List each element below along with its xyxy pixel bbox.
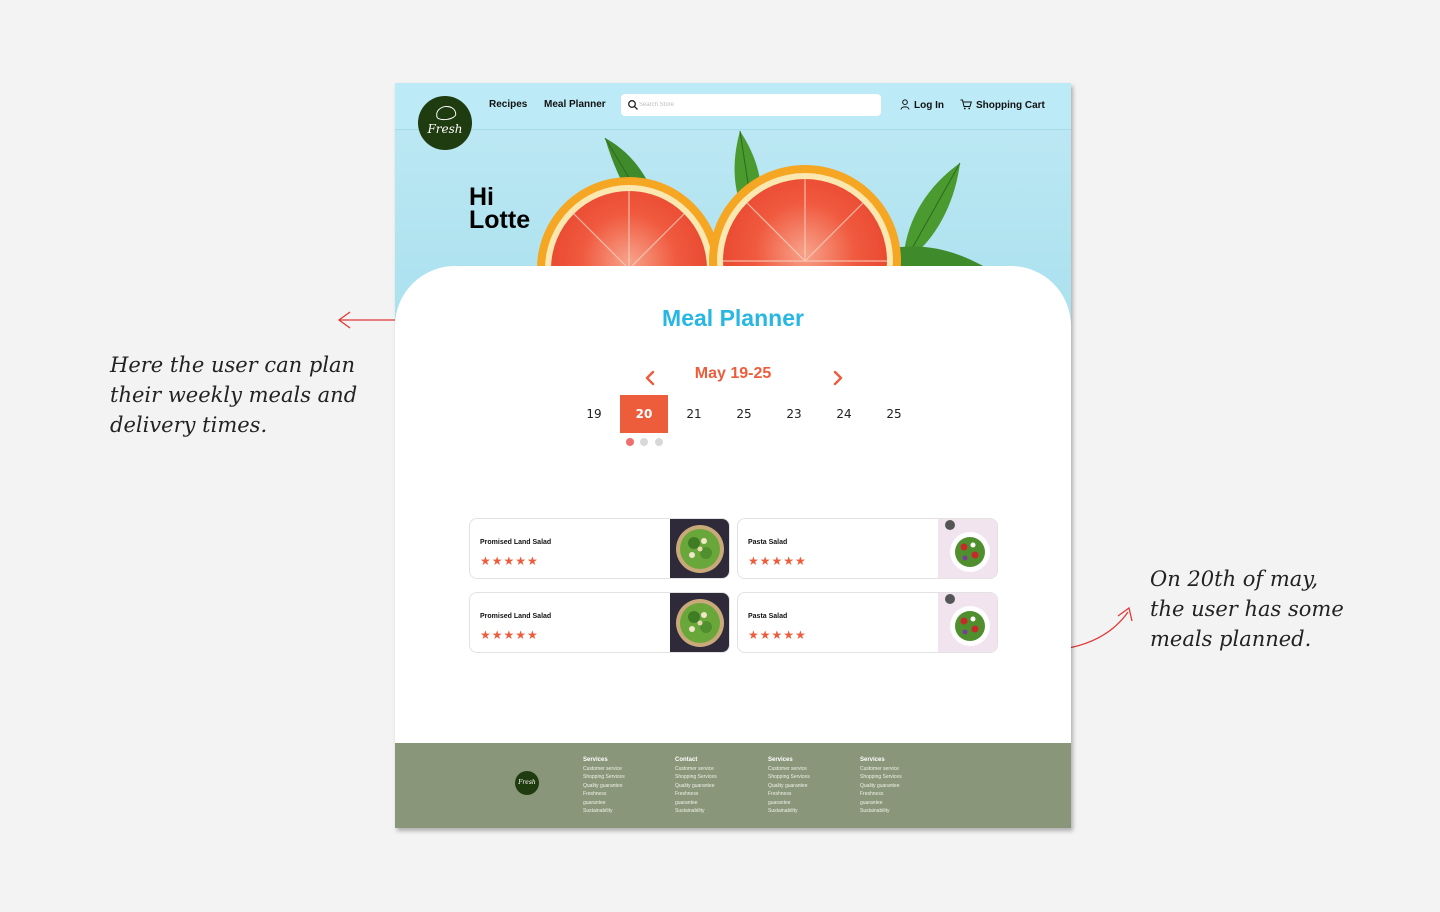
content-panel bbox=[395, 266, 1071, 746]
meal-planner-title: Meal Planner bbox=[662, 305, 804, 331]
next-week-chevron-icon[interactable] bbox=[831, 369, 845, 387]
salad-plate-image bbox=[938, 593, 997, 652]
footer-link[interactable]: Quality guarantee bbox=[583, 782, 663, 790]
search-input[interactable] bbox=[639, 98, 869, 112]
footer-link[interactable]: Quality guarantee bbox=[675, 782, 755, 790]
footer-column: Services Customer service Shopping Servi… bbox=[768, 756, 848, 815]
footer-link[interactable]: guarantee bbox=[675, 799, 755, 807]
footer-column-title: Contact bbox=[675, 757, 698, 763]
rating-stars: ★★★★★ bbox=[480, 554, 539, 568]
footer-link[interactable]: Freshness bbox=[768, 790, 848, 798]
footer: Fresh Services Customer service Shopping… bbox=[395, 743, 1071, 828]
footer-column: Services Customer service Shopping Servi… bbox=[583, 756, 663, 815]
footer-link[interactable]: Sustainability bbox=[675, 807, 755, 815]
footer-link[interactable]: Shopping Services bbox=[583, 773, 663, 781]
app-frame: Recipes Meal Planner Log In Shopping Car… bbox=[395, 83, 1071, 828]
footer-link[interactable]: Freshness bbox=[583, 790, 663, 798]
left-annotation: Here the user can plan their weekly meal… bbox=[110, 350, 357, 440]
left-annotation-line: Here the user can plan bbox=[110, 353, 356, 377]
search-bar bbox=[621, 94, 881, 116]
footer-column: Services Customer service Shopping Servi… bbox=[860, 756, 940, 815]
day-21[interactable]: 21 bbox=[670, 395, 718, 433]
nav-recipes-link[interactable]: Recipes bbox=[489, 99, 527, 110]
shopping-cart-button[interactable]: Shopping Cart bbox=[960, 99, 1045, 111]
login-label: Log In bbox=[914, 100, 944, 111]
right-annotation-line: On 20th of may, bbox=[1150, 567, 1319, 591]
footer-link[interactable]: Sustainability bbox=[583, 807, 663, 815]
footer-link[interactable]: Shopping Services bbox=[860, 773, 940, 781]
meal-card[interactable]: Promised Land Salad ★★★★★ bbox=[469, 592, 730, 653]
meal-card[interactable]: Pasta Salad ★★★★★ bbox=[737, 518, 998, 579]
right-annotation-line: the user has some bbox=[1150, 597, 1344, 621]
right-annotation-line: meals planned. bbox=[1150, 627, 1312, 651]
pager-dot[interactable] bbox=[626, 438, 634, 446]
leaf-icon bbox=[435, 104, 457, 122]
footer-link[interactable]: Quality guarantee bbox=[860, 782, 940, 790]
meal-card[interactable]: Pasta Salad ★★★★★ bbox=[737, 592, 998, 653]
footer-link[interactable]: guarantee bbox=[768, 799, 848, 807]
day-25[interactable]: 25 bbox=[870, 395, 918, 433]
footer-column-title: Services bbox=[860, 757, 885, 763]
footer-column-title: Services bbox=[583, 757, 608, 763]
footer-column: Contact Customer service Shopping Servic… bbox=[675, 756, 755, 815]
salad-bowl-image bbox=[670, 519, 729, 578]
top-navbar: Recipes Meal Planner Log In Shopping Car… bbox=[395, 83, 1071, 130]
footer-link[interactable]: Shopping Services bbox=[675, 773, 755, 781]
day-23[interactable]: 23 bbox=[770, 395, 818, 433]
footer-link[interactable]: Customer service bbox=[860, 765, 940, 773]
salad-bowl-image bbox=[670, 593, 729, 652]
nav-meal-planner-link[interactable]: Meal Planner bbox=[544, 99, 606, 110]
user-icon bbox=[900, 99, 910, 110]
cart-icon bbox=[960, 99, 972, 110]
rating-stars: ★★★★★ bbox=[480, 628, 539, 642]
day-19[interactable]: 19 bbox=[570, 395, 618, 433]
rating-stars: ★★★★★ bbox=[748, 628, 807, 642]
greeting: Hi Lotte bbox=[469, 185, 531, 234]
footer-link[interactable]: Customer service bbox=[675, 765, 755, 773]
meal-name: Pasta Salad bbox=[748, 613, 788, 620]
salad-plate-image bbox=[938, 519, 997, 578]
footer-link[interactable]: Customer service bbox=[583, 765, 663, 773]
login-button[interactable]: Log In bbox=[900, 99, 944, 111]
footer-link[interactable]: Freshness bbox=[860, 790, 940, 798]
footer-logo[interactable]: Fresh bbox=[515, 771, 539, 795]
day-24[interactable]: 24 bbox=[820, 395, 868, 433]
pager-dot[interactable] bbox=[655, 438, 663, 446]
meal-name: Promised Land Salad bbox=[480, 539, 552, 546]
footer-link[interactable]: guarantee bbox=[583, 799, 663, 807]
footer-link[interactable]: Freshness bbox=[675, 790, 755, 798]
meal-name: Pasta Salad bbox=[748, 539, 788, 546]
left-annotation-line: their weekly meals and bbox=[110, 383, 358, 407]
left-annotation-line: delivery times. bbox=[110, 413, 268, 437]
footer-link[interactable]: Sustainability bbox=[860, 807, 940, 815]
footer-link[interactable]: Shopping Services bbox=[768, 773, 848, 781]
greeting-name: Lotte bbox=[469, 206, 531, 234]
footer-column-title: Services bbox=[768, 757, 793, 763]
fresh-logo[interactable]: Fresh bbox=[418, 96, 472, 150]
week-label: May 19-25 bbox=[694, 365, 772, 382]
search-icon[interactable] bbox=[627, 99, 639, 111]
day-25[interactable]: 25 bbox=[720, 395, 768, 433]
meal-card[interactable]: Promised Land Salad ★★★★★ bbox=[469, 518, 730, 579]
day-20-selected[interactable]: 20 bbox=[620, 395, 668, 433]
footer-link[interactable]: Sustainability bbox=[768, 807, 848, 815]
footer-link[interactable]: Customer service bbox=[768, 765, 848, 773]
logo-text: Fresh bbox=[427, 122, 463, 136]
pager-dot[interactable] bbox=[640, 438, 648, 446]
footer-link[interactable]: guarantee bbox=[860, 799, 940, 807]
cart-label: Shopping Cart bbox=[976, 100, 1045, 111]
rating-stars: ★★★★★ bbox=[748, 554, 807, 568]
meal-name: Promised Land Salad bbox=[480, 613, 552, 620]
right-annotation: On 20th of may, the user has some meals … bbox=[1150, 564, 1344, 654]
footer-link[interactable]: Quality guarantee bbox=[768, 782, 848, 790]
